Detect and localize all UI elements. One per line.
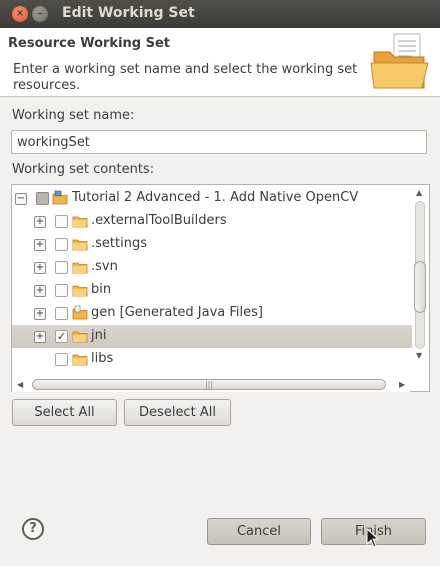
tree-item-gen[interactable]: + gen [Generated Java Files] — [12, 302, 412, 325]
window-title: Edit Working Set — [62, 5, 195, 21]
mouse-pointer-icon — [366, 528, 380, 548]
folder-icon — [72, 331, 88, 343]
tree-item-jni[interactable]: + ✓ jni — [12, 325, 412, 348]
folder-icon — [72, 285, 88, 297]
tree-item-checkbox[interactable] — [55, 307, 68, 320]
tree-item-svn[interactable]: + .svn — [12, 256, 412, 279]
folder-icon — [72, 239, 88, 251]
tree-item-checkbox[interactable] — [55, 261, 68, 274]
scroll-thumb[interactable] — [414, 261, 426, 313]
tree-item-checkbox[interactable] — [55, 353, 68, 366]
expand-toggle[interactable]: + — [34, 308, 46, 320]
tree-item-label: .svn — [91, 259, 118, 274]
deselect-all-button[interactable]: Deselect All — [124, 399, 231, 426]
expand-toggle[interactable]: + — [34, 285, 46, 297]
working-set-folder-icon — [370, 33, 429, 89]
minimize-window-button[interactable]: – — [32, 6, 48, 22]
tree-item-checkbox[interactable] — [55, 238, 68, 251]
tree-item-project[interactable]: − Tutorial 2 Advanced - 1. Add Native Op… — [12, 187, 412, 210]
help-icon[interactable]: ? — [22, 518, 44, 540]
scroll-thumb[interactable]: ||| — [32, 379, 386, 390]
resource-tree[interactable]: − Tutorial 2 Advanced - 1. Add Native Op… — [11, 184, 430, 392]
close-window-button[interactable]: × — [12, 6, 28, 22]
expand-toggle[interactable]: + — [34, 331, 46, 343]
tree-item-label: gen [Generated Java Files] — [91, 305, 263, 320]
select-all-button[interactable]: Select All — [12, 399, 117, 426]
tree-item-checkbox[interactable] — [55, 284, 68, 297]
collapse-toggle[interactable]: − — [15, 193, 27, 205]
tree-item-label: bin — [91, 282, 112, 297]
edit-working-set-dialog: × – Edit Working Set Resource Working Se… — [0, 0, 440, 566]
tree-item-checkbox[interactable] — [36, 192, 49, 205]
folder-icon — [72, 354, 88, 366]
tree-item-label: .settings — [91, 236, 147, 251]
tree-item-label: jni — [91, 328, 107, 343]
tree-item-checkbox[interactable] — [55, 215, 68, 228]
tree-item-label: libs — [91, 351, 114, 366]
tree-item-externaltoolbuilders[interactable]: + .externalToolBuilders — [12, 210, 412, 233]
wizard-header: Resource Working Set Enter a working set… — [0, 28, 440, 97]
expand-toggle[interactable]: + — [34, 239, 46, 251]
tree-horizontal-scrollbar[interactable]: ◀ ||| ▶ — [12, 376, 410, 392]
working-set-contents-label: Working set contents: — [12, 162, 155, 177]
scroll-down-arrow-icon[interactable]: ▼ — [416, 351, 422, 360]
working-set-name-field[interactable] — [11, 130, 427, 154]
folder-icon — [72, 262, 88, 274]
tree-item-bin[interactable]: + bin — [12, 279, 412, 302]
tree-item-label: Tutorial 2 Advanced - 1. Add Native Open… — [72, 190, 359, 205]
tree-item-settings[interactable]: + .settings — [12, 233, 412, 256]
tree-item-checkbox[interactable]: ✓ — [55, 330, 68, 343]
project-folder-icon — [52, 190, 68, 205]
scroll-up-arrow-icon[interactable]: ▲ — [416, 188, 422, 197]
title-bar: × – Edit Working Set — [0, 0, 440, 28]
expand-toggle[interactable]: + — [34, 216, 46, 228]
working-set-name-input[interactable] — [12, 131, 426, 153]
scroll-left-arrow-icon[interactable]: ◀ — [17, 380, 23, 389]
source-folder-icon — [72, 305, 88, 320]
page-title: Resource Working Set — [8, 36, 171, 51]
tree-vertical-scrollbar[interactable]: ▲ ▼ — [411, 185, 429, 365]
cancel-button[interactable]: Cancel — [207, 518, 311, 545]
page-description: Enter a working set name and select the … — [13, 62, 358, 93]
tree-item-label: .externalToolBuilders — [91, 213, 227, 228]
expand-toggle[interactable]: + — [34, 262, 46, 274]
working-set-name-label: Working set name: — [12, 108, 135, 123]
tree-item-libs[interactable]: libs — [12, 348, 412, 371]
scroll-right-arrow-icon[interactable]: ▶ — [399, 380, 405, 389]
folder-icon — [72, 216, 88, 228]
